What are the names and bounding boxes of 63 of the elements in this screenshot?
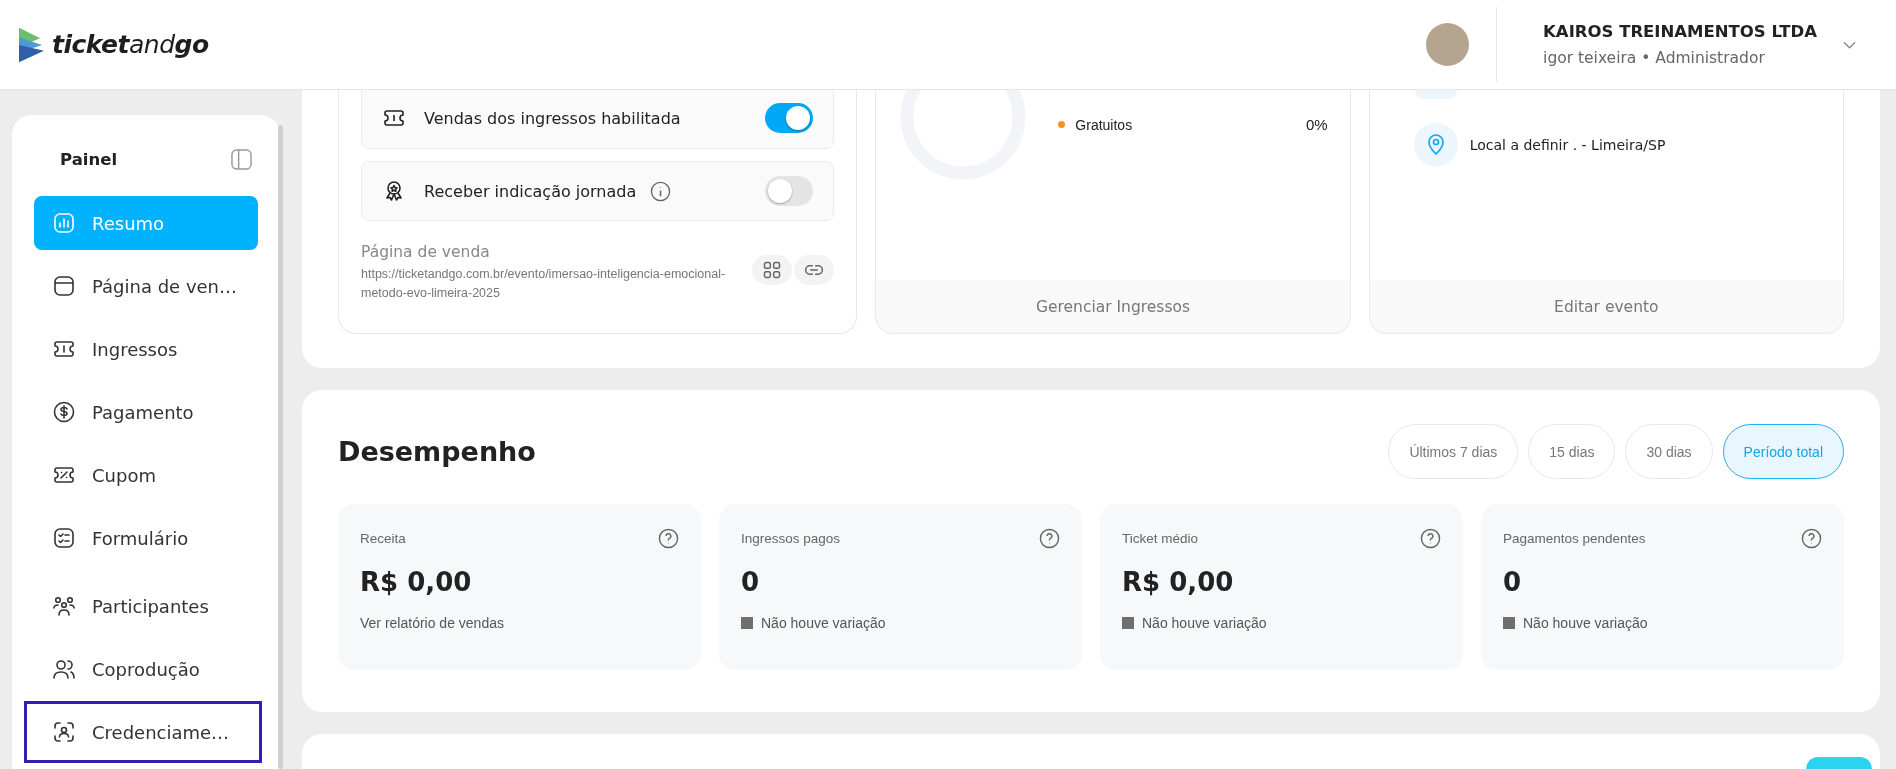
help-icon[interactable] [1801, 528, 1822, 549]
user-role: igor teixeira • Administrador [1543, 49, 1766, 67]
metric-value: 0 [1503, 567, 1523, 597]
id-badge-icon [52, 720, 76, 744]
sidebar-item[interactable]: Cupom [34, 448, 258, 502]
help-icon[interactable] [658, 528, 679, 549]
sidebar-item[interactable]: Ingressos [34, 322, 258, 376]
metric-value: R$ 0,00 [360, 567, 473, 597]
logo-icon [19, 26, 44, 63]
sidebar-item[interactable]: Participantes [34, 579, 258, 633]
toggle-switch[interactable] [765, 176, 814, 206]
variation-text: Não houve variação [761, 615, 886, 631]
variation-text: Não houve variação [1523, 615, 1648, 631]
sales-page-url: https://ticketandgo.com.br/evento/imersao-inteligencia-emocional-metodo-evo-limeira-2025 [361, 266, 727, 302]
chevron-down-icon[interactable] [1843, 40, 1856, 49]
qr-code-icon [762, 260, 783, 280]
company-name: KAIROS TREINAMENTOS LTDA [1543, 22, 1817, 41]
sidebar-toggle-icon[interactable] [231, 149, 252, 170]
legend-value: 0% [1305, 116, 1328, 133]
metric-value: R$ 0,00 [1122, 567, 1235, 597]
metric-label: Ingressos pagos [741, 531, 841, 546]
no-change-icon [1503, 617, 1515, 629]
chart-icon [52, 211, 76, 235]
location-pin-icon [1413, 123, 1458, 167]
sidebar-item[interactable]: Coprodução [34, 642, 258, 696]
scrollbar[interactable] [278, 125, 283, 769]
people-icon [52, 594, 76, 618]
dollar-icon [52, 400, 76, 424]
section-title: Desempenho [338, 436, 536, 467]
qr-code-button[interactable] [752, 255, 793, 285]
no-change-icon [741, 617, 753, 629]
metric-label: Ticket médio [1122, 531, 1199, 546]
event-location: Local a definir . - Limeira/SP [1469, 137, 1666, 153]
variation-text: Não houve variação [1142, 615, 1267, 631]
metric-label: Pagamentos pendentes [1503, 531, 1646, 546]
no-change-icon [1122, 617, 1134, 629]
checklist-icon [52, 526, 76, 550]
help-icon[interactable] [1039, 528, 1060, 549]
sales-report-link[interactable]: Ver relatório de vendas [360, 615, 504, 631]
legend-label: Gratuitos [1075, 116, 1133, 133]
avatar[interactable] [1426, 23, 1470, 66]
page-icon [52, 274, 76, 298]
sidebar-item[interactable]: Formulário [34, 511, 258, 565]
period-filter-button[interactable]: 15 dias [1528, 424, 1616, 479]
copy-link-button[interactable] [794, 255, 835, 285]
setting-label: Vendas dos ingressos habilitada [424, 108, 681, 128]
metric-label: Receita [360, 531, 406, 546]
toggle-switch[interactable] [765, 103, 814, 133]
manage-tickets-button[interactable]: Gerenciar Ingressos [876, 280, 1350, 333]
edit-event-button[interactable]: Editar evento [1369, 280, 1843, 333]
help-icon[interactable] [1420, 528, 1441, 549]
logo: ticketandgo [52, 30, 209, 59]
setting-label: Receber indicação jornada [424, 181, 637, 201]
sidebar-item[interactable]: Página de ven… [34, 259, 258, 313]
sidebar-title: Painel [60, 150, 118, 169]
sidebar-item[interactable]: Credenciame… [28, 705, 258, 759]
period-filter-button[interactable]: Últimos 7 dias [1388, 424, 1519, 479]
sidebar-item[interactable]: Pagamento [34, 385, 258, 439]
info-icon[interactable] [650, 180, 672, 202]
metric-value: 0 [741, 567, 761, 597]
users-icon [52, 657, 76, 681]
period-filter-button[interactable]: 30 dias [1625, 424, 1713, 479]
sales-page-label: Página de venda [361, 243, 491, 261]
